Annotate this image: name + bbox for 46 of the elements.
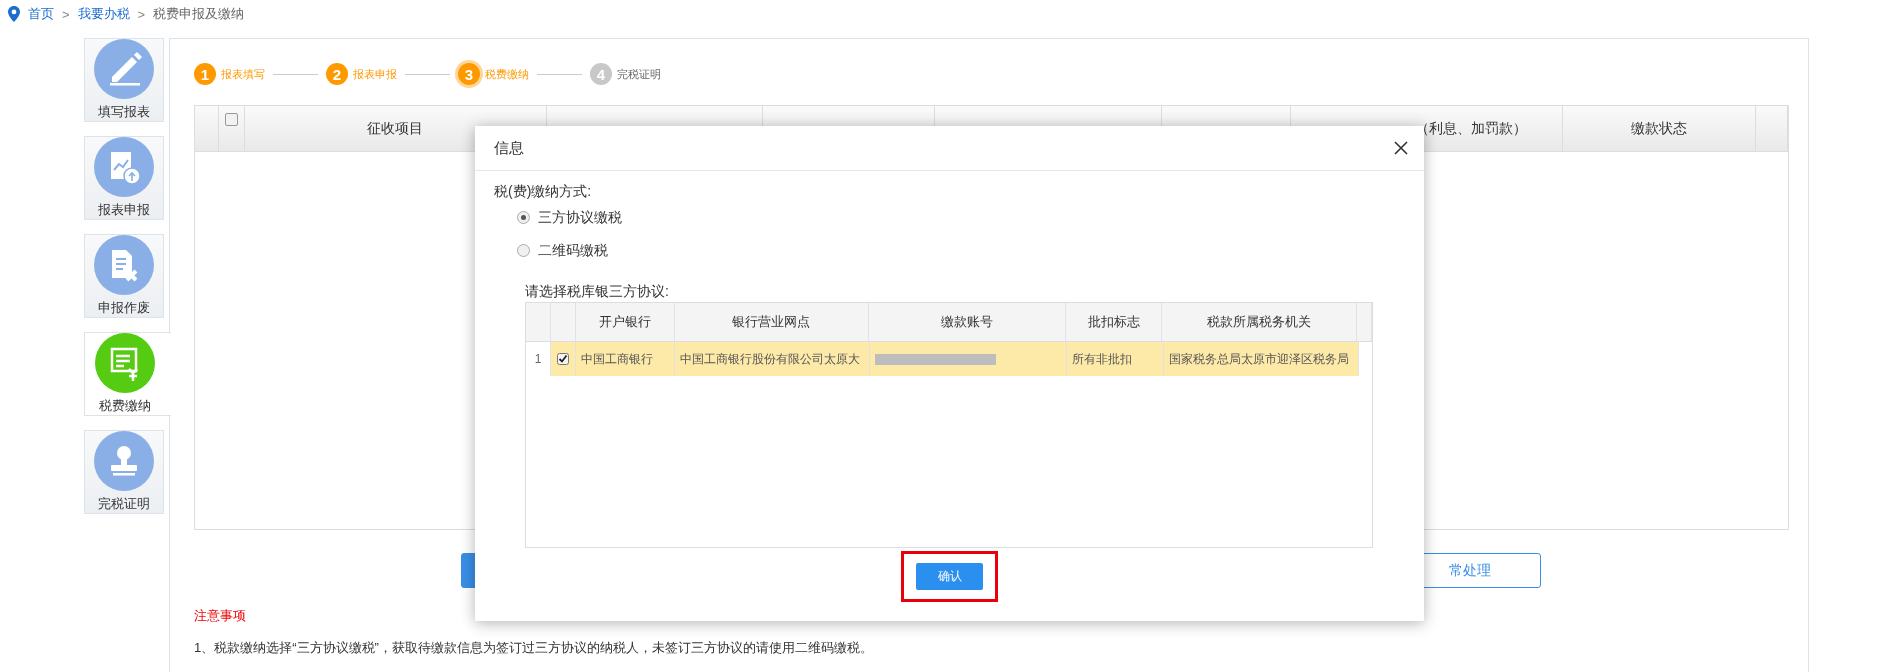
breadcrumb-separator: > (137, 6, 146, 22)
pencil-icon (94, 39, 154, 99)
breadcrumb-link[interactable]: 首页 (28, 5, 54, 23)
chart-upload-icon (94, 137, 154, 197)
table-cell: 中国工商银行股份有限公司太原大 (675, 342, 870, 376)
step-number-badge: 3 (458, 63, 480, 85)
column-header: 税款所属税务机关 (1162, 303, 1357, 341)
select-all-checkbox[interactable] (224, 113, 238, 126)
radio-button[interactable] (517, 244, 530, 257)
step-number-badge: 2 (326, 63, 348, 85)
sidebar-item[interactable]: 报表申报 (84, 136, 164, 220)
notes-text: 1、税款缴纳选择“三方协议缴税”，获取待缴款信息为签订过三方协议的纳税人，未签订三方协议的请使用二维码缴税。 (194, 639, 874, 657)
table-row[interactable]: 1 中国工商银行 中国工商银行股份有限公司太原大 所有非批扣 国家税务总局太原市迎泽区税务局 (526, 342, 1372, 376)
close-button[interactable] (1394, 141, 1408, 155)
table-cell: 国家税务总局太原市迎泽区税务局 (1164, 342, 1359, 376)
radio-option[interactable]: 三方协议缴税 (517, 201, 622, 234)
sidebar-item[interactable]: 申报作废 (84, 234, 164, 318)
column-header: 银行营业网点 (674, 303, 870, 341)
step-number-badge: 1 (194, 63, 216, 85)
sidebar-item[interactable]: 税费缴纳 (84, 332, 171, 416)
document-cross-icon (94, 235, 154, 295)
method-label: 税(费)缴纳方式: (494, 182, 593, 201)
step-label: 税费缴纳 (485, 66, 529, 82)
notes-title: 注意事项 (194, 607, 247, 625)
radio-option[interactable]: 二维码缴税 (517, 234, 608, 267)
breadcrumb-separator: > (62, 6, 70, 22)
sidebar-item[interactable]: 完税证明 (84, 430, 164, 514)
table-cell: 中国工商银行 (576, 342, 675, 376)
radio-button[interactable] (517, 211, 530, 224)
column-header: 缴款状态 (1563, 106, 1756, 151)
sidebar-item[interactable]: 填写报表 (84, 38, 164, 122)
agreement-label: 请选择税库银三方协议: (525, 282, 670, 301)
column-header: 批扣标志 (1065, 303, 1163, 341)
table-cell: 所有非批扣 (1067, 342, 1164, 376)
column-header: 缴款账号 (869, 303, 1066, 341)
breadcrumb-link[interactable]: 我要办税 (77, 5, 130, 23)
location-pin-icon (8, 6, 20, 22)
close-icon (1394, 141, 1408, 155)
step-label: 完税证明 (617, 66, 661, 82)
column-header: 开户银行 (575, 303, 675, 341)
stamp-icon (94, 431, 154, 491)
breadcrumb-current: 税费申报及缴纳 (153, 5, 245, 23)
yen-document-icon (94, 333, 155, 393)
step-label: 报表填写 (221, 66, 265, 82)
step-label: 报表申报 (353, 66, 397, 82)
row-checkbox[interactable] (557, 353, 569, 365)
